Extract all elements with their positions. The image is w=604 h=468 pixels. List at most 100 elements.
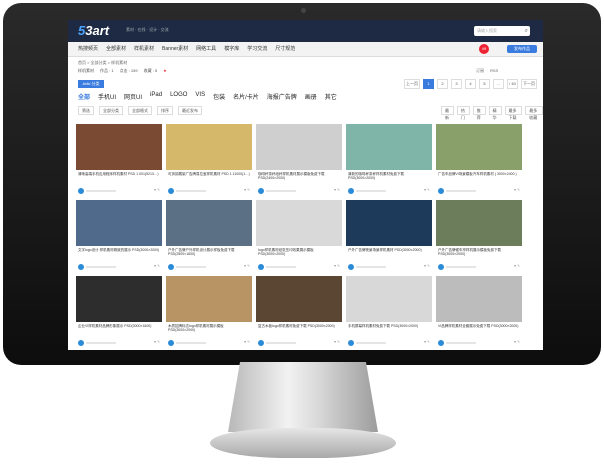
avatar[interactable] [438, 188, 444, 194]
page-button[interactable]: 上一页 [404, 79, 420, 89]
category-tab[interactable]: 包装 [213, 92, 225, 101]
avatar[interactable] [258, 264, 264, 270]
sort-option[interactable]: 精华 [488, 106, 502, 120]
mockup-thumbnail[interactable] [436, 124, 522, 170]
notification-badge[interactable]: 49 [479, 44, 489, 54]
mockup-thumbnail[interactable] [76, 200, 162, 246]
sort-option[interactable]: 推荐 [472, 106, 486, 120]
category-tab[interactable]: 画册 [305, 92, 317, 101]
stats-icon[interactable]: ♥ ✎ [334, 188, 340, 192]
card-caption[interactable]: logo样机素材纸张压印效果展示模板PSD(3000×2000) [258, 248, 340, 257]
sort-option[interactable]: 热门 [456, 106, 470, 120]
stats-icon[interactable]: ♥ ✎ [334, 340, 340, 344]
card-caption[interactable]: 可拆卸展架广告牌易拉宝样机素材 PSD 1 11000(1…) [168, 172, 250, 181]
mockup-card[interactable]: 复古木板logo样机素材免费下载 PSD(3000×2000) ♥ ✎ [256, 276, 342, 348]
mockup-card[interactable]: VI品牌样机素材全套展示免费下载 PSD(3000×2000) ♥ ✎ [436, 276, 522, 348]
mockup-card[interactable]: 木质招牌标志logo样机素材展示模板 PSD(3000×2000) ♥ ✎ [166, 276, 252, 348]
filter-option[interactable]: 排序 [157, 106, 173, 115]
page-button[interactable]: / 40 [507, 79, 518, 89]
filter-option[interactable]: 最近发布 [178, 106, 202, 115]
star-icon[interactable]: ★ [163, 68, 167, 74]
avatar[interactable] [348, 264, 354, 270]
right-link[interactable]: RSS [490, 68, 498, 74]
category-tab[interactable]: 名片/卡片 [233, 92, 259, 101]
card-caption[interactable]: 手机屏幕样机素材免费下载 PSD(3000×2000) [348, 324, 430, 333]
mockup-card[interactable]: 可拆卸展架广告牌易拉宝样机素材 PSD 1 11000(1…) ♥ ✎ [166, 124, 252, 196]
page-button[interactable]: 5 [479, 79, 490, 89]
page-button[interactable]: 4 [465, 79, 476, 89]
stats-icon[interactable]: ♥ ✎ [244, 188, 250, 192]
search-input[interactable]: 请输入搜索 ⌕ [474, 26, 530, 36]
avatar[interactable] [168, 188, 174, 194]
mockup-card[interactable]: 清新的咖啡杯茶杯样机素材免费下载PSD(3000×2000) ♥ ✎ [346, 124, 432, 196]
avatar[interactable] [168, 264, 174, 270]
card-caption[interactable]: 木质招牌标志logo样机素材展示模板 PSD(3000×2000) [168, 324, 250, 333]
category-tab[interactable]: 其它 [325, 92, 337, 101]
stats-icon[interactable]: ♥ ✎ [154, 264, 160, 268]
nav-item[interactable]: 模字库 [224, 42, 239, 56]
mockup-card[interactable]: 咖啡杯茶杯纸杯样机素材展示模版免费下载PSD(2400×2000) ♥ ✎ [256, 124, 342, 196]
stats-icon[interactable]: ♥ ✎ [514, 340, 520, 344]
avatar[interactable] [258, 188, 264, 194]
mockup-card[interactable]: 企业VI样机素材品牌形象展示 PSD(3000×1600) ♥ ✎ [76, 276, 162, 348]
stats-icon[interactable]: ♥ ✎ [334, 264, 340, 268]
mockup-thumbnail[interactable] [166, 200, 252, 246]
mockup-thumbnail[interactable] [436, 200, 522, 246]
mockup-card[interactable]: 户外广告牌夜景场景样机素材 PSD(3000×2000) ♥ ✎ [346, 200, 432, 272]
category-tab[interactable]: LOGO [170, 92, 187, 101]
avatar[interactable] [348, 340, 354, 346]
mockup-thumbnail[interactable] [256, 124, 342, 170]
nav-item[interactable]: 尺寸规范 [275, 42, 295, 56]
search-icon[interactable]: ⌕ [525, 26, 528, 36]
avatar[interactable] [78, 340, 84, 346]
mockup-card[interactable]: 广告车品牌VI场景模板汽车样机素材 ( 3000×2400 ) ♥ ✎ [436, 124, 522, 196]
filter-option[interactable]: 全部格式 [128, 106, 152, 115]
mockup-card[interactable]: 清晰高端手机应用程序样机素材 PSD 1 001(5213…) ♥ ✎ [76, 124, 162, 196]
card-caption[interactable]: 广告车品牌VI场景模板汽车样机素材 ( 3000×2400 ) [438, 172, 520, 181]
nav-item[interactable]: 全部素材 [106, 42, 126, 56]
page-button[interactable]: 1 [423, 79, 434, 89]
page-button[interactable]: 3 [451, 79, 462, 89]
mockup-card[interactable]: 文字logo设计 样机素材精致的展示 PSD(3000×2000) ♥ ✎ [76, 200, 162, 272]
breadcrumb[interactable]: 首页 > 全部分类 > 样机素材 [78, 60, 127, 66]
avatar[interactable] [438, 340, 444, 346]
mockup-card[interactable]: logo样机素材纸张压印效果展示模板PSD(3000×2000) ♥ ✎ [256, 200, 342, 272]
category-tab[interactable]: 全部 [78, 92, 90, 101]
sort-option[interactable]: 最多收藏 [525, 106, 543, 120]
nav-item[interactable]: 热搜频页 [78, 42, 98, 56]
stats-icon[interactable]: ♥ ✎ [154, 188, 160, 192]
card-caption[interactable]: 复古木板logo样机素材免费下载 PSD(3000×2000) [258, 324, 340, 333]
page-button[interactable]: 2 [437, 79, 448, 89]
mockup-card[interactable]: 户外广告牌候车亭样机展示模板免费下载PSD(3000×2000) ♥ ✎ [436, 200, 522, 272]
stats-icon[interactable]: ♥ ✎ [514, 188, 520, 192]
stats-icon[interactable]: ♥ ✎ [154, 340, 160, 344]
stats-icon[interactable]: ♥ ✎ [424, 264, 430, 268]
mockup-card[interactable]: 户外广告牌户外样机设计展示样板免费下载PSD(2500×1600) ♥ ✎ [166, 200, 252, 272]
mockup-thumbnail[interactable] [256, 276, 342, 322]
avatar[interactable] [78, 264, 84, 270]
avatar[interactable] [78, 188, 84, 194]
card-caption[interactable]: 户外广告牌户外样机设计展示样板免费下载PSD(2500×1600) [168, 248, 250, 257]
site-logo[interactable]: 53art [78, 23, 109, 38]
category-tab[interactable]: iPad [150, 92, 162, 101]
mockup-thumbnail[interactable] [346, 276, 432, 322]
mockup-thumbnail[interactable] [346, 124, 432, 170]
mockup-thumbnail[interactable] [346, 200, 432, 246]
stats-icon[interactable]: ♥ ✎ [424, 188, 430, 192]
avatar[interactable] [168, 340, 174, 346]
nav-item[interactable]: 学习交流 [247, 42, 267, 56]
mockup-thumbnail[interactable] [166, 124, 252, 170]
avatar[interactable] [258, 340, 264, 346]
card-caption[interactable]: 咖啡杯茶杯纸杯样机素材展示模版免费下载PSD(2400×2000) [258, 172, 340, 181]
sort-option[interactable]: 最新 [441, 106, 454, 120]
card-caption[interactable]: 企业VI样机素材品牌形象展示 PSD(3000×1600) [78, 324, 160, 333]
stats-icon[interactable]: ♥ ✎ [424, 340, 430, 344]
stats-icon[interactable]: ♥ ✎ [244, 340, 250, 344]
mockup-card[interactable]: 手机屏幕样机素材免费下载 PSD(3000×2000) ♥ ✎ [346, 276, 432, 348]
filter-option[interactable]: 筛选 [78, 106, 94, 115]
page-button[interactable]: 下一页 [521, 79, 537, 89]
right-link[interactable]: 订阅 [476, 68, 484, 74]
avatar[interactable] [438, 264, 444, 270]
card-caption[interactable]: 清晰高端手机应用程序样机素材 PSD 1 001(5213…) [78, 172, 160, 181]
stats-icon[interactable]: ♥ ✎ [244, 264, 250, 268]
